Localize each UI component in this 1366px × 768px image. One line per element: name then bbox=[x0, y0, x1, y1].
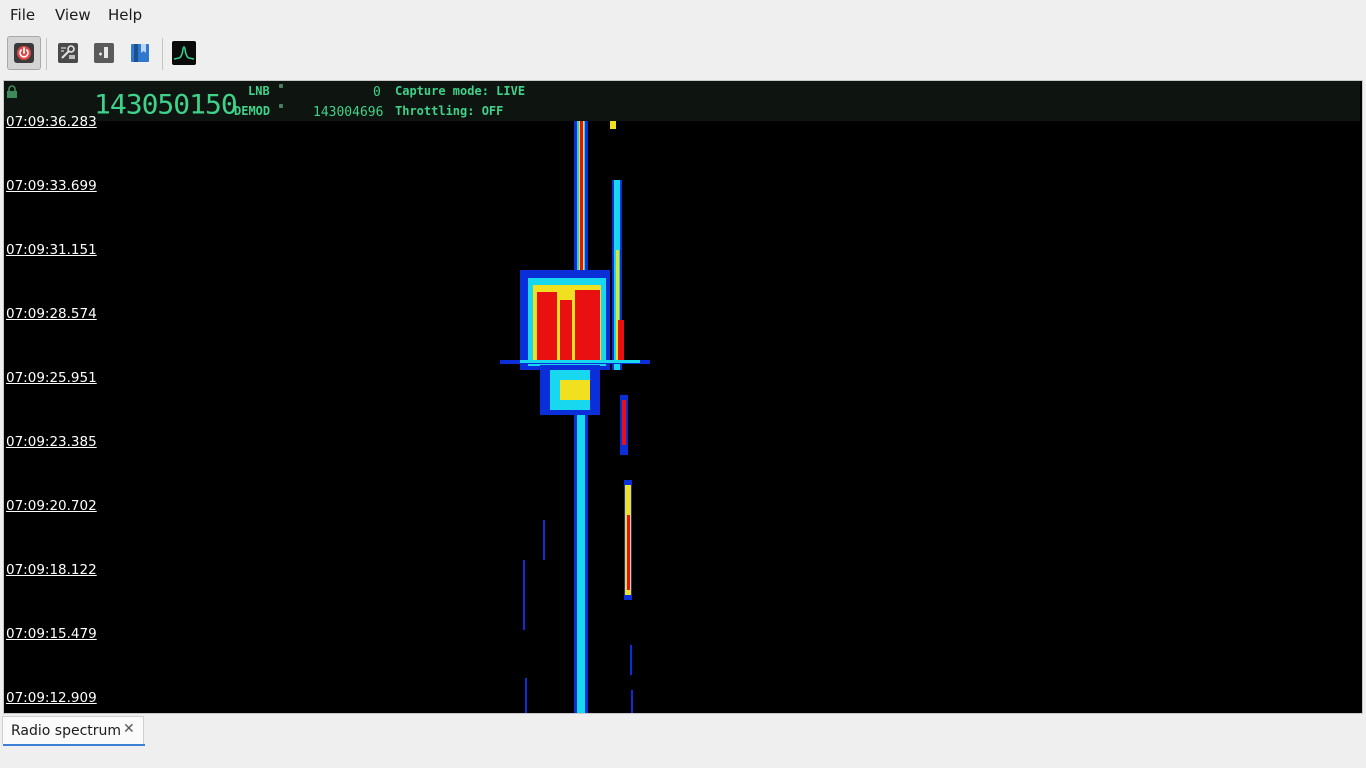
throttling-status: Throttling: OFF bbox=[395, 104, 504, 118]
demod-value[interactable]: 143004696 bbox=[313, 105, 383, 120]
signal-trace bbox=[627, 515, 630, 590]
timestamp-label: 07:09:15.479 bbox=[6, 626, 97, 642]
timestamp-label: 07:09:23.385 bbox=[6, 434, 97, 450]
spectrum-button[interactable] bbox=[167, 36, 201, 70]
tab-bar: Radio spectrum ✕ bbox=[0, 716, 1366, 746]
timestamp-label: 07:09:28.574 bbox=[6, 306, 97, 322]
spectrum-peak-icon bbox=[172, 41, 196, 65]
signal-trace bbox=[575, 290, 600, 360]
menu-view[interactable]: View bbox=[55, 6, 91, 24]
signal-trace bbox=[618, 320, 624, 360]
record-button[interactable] bbox=[87, 36, 121, 70]
signal-trace bbox=[610, 121, 616, 129]
settings-tool-icon bbox=[58, 43, 78, 63]
signal-trace bbox=[523, 560, 525, 630]
signal-trace bbox=[560, 380, 590, 400]
lnb-label: LNB bbox=[248, 84, 270, 98]
menu-bar: File View Help bbox=[0, 0, 1366, 30]
timestamp-label: 07:09:33.699 bbox=[6, 178, 97, 194]
timestamp-label: 07:09:12.909 bbox=[6, 690, 97, 706]
toolbar bbox=[0, 34, 1366, 74]
signal-trace bbox=[578, 380, 584, 710]
timestamp-label: 07:09:36.283 bbox=[6, 114, 97, 130]
waterfall-frame[interactable] bbox=[3, 80, 1363, 714]
signal-trace bbox=[520, 360, 640, 363]
signal-trace bbox=[630, 645, 632, 675]
tab-label: Radio spectrum bbox=[11, 723, 122, 739]
timestamp-label: 07:09:20.702 bbox=[6, 498, 97, 514]
signal-trace bbox=[631, 690, 633, 713]
demod-label: DEMOD bbox=[234, 104, 271, 118]
signal-trace bbox=[525, 678, 527, 713]
menu-file[interactable]: File bbox=[10, 6, 35, 24]
bookmark-icon bbox=[131, 44, 149, 62]
signal-trace bbox=[543, 520, 545, 560]
close-icon[interactable]: ✕ bbox=[123, 721, 135, 737]
lnb-lock-icon[interactable] bbox=[279, 84, 283, 88]
toolbar-separator bbox=[46, 38, 47, 70]
lock-icon[interactable] bbox=[6, 85, 18, 99]
power-icon bbox=[14, 43, 34, 63]
record-icon bbox=[94, 43, 114, 63]
signal-trace bbox=[560, 300, 572, 360]
toolbar-separator bbox=[162, 38, 163, 70]
bookmark-button[interactable] bbox=[123, 36, 157, 70]
timestamp-label: 07:09:31.151 bbox=[6, 242, 97, 258]
main-frequency-display[interactable]: 143050150 bbox=[94, 89, 238, 120]
settings-button[interactable] bbox=[51, 36, 85, 70]
tab-radio-spectrum[interactable]: Radio spectrum ✕ bbox=[2, 716, 145, 746]
timestamp-label: 07:09:25.951 bbox=[6, 370, 97, 386]
waterfall-display[interactable] bbox=[4, 81, 1362, 713]
tab-active-indicator bbox=[3, 744, 145, 746]
signal-trace bbox=[537, 292, 557, 360]
timestamp-label: 07:09:18.122 bbox=[6, 562, 97, 578]
demod-lock-icon[interactable] bbox=[279, 104, 283, 108]
menu-help[interactable]: Help bbox=[108, 6, 142, 24]
signal-trace bbox=[622, 400, 626, 445]
frequency-header: 143050150 LNB 0 DEMOD 143004696 Capture … bbox=[4, 81, 1360, 121]
power-button[interactable] bbox=[7, 36, 41, 70]
lnb-value[interactable]: 0 bbox=[373, 85, 381, 100]
capture-mode-status: Capture mode: LIVE bbox=[395, 84, 526, 98]
